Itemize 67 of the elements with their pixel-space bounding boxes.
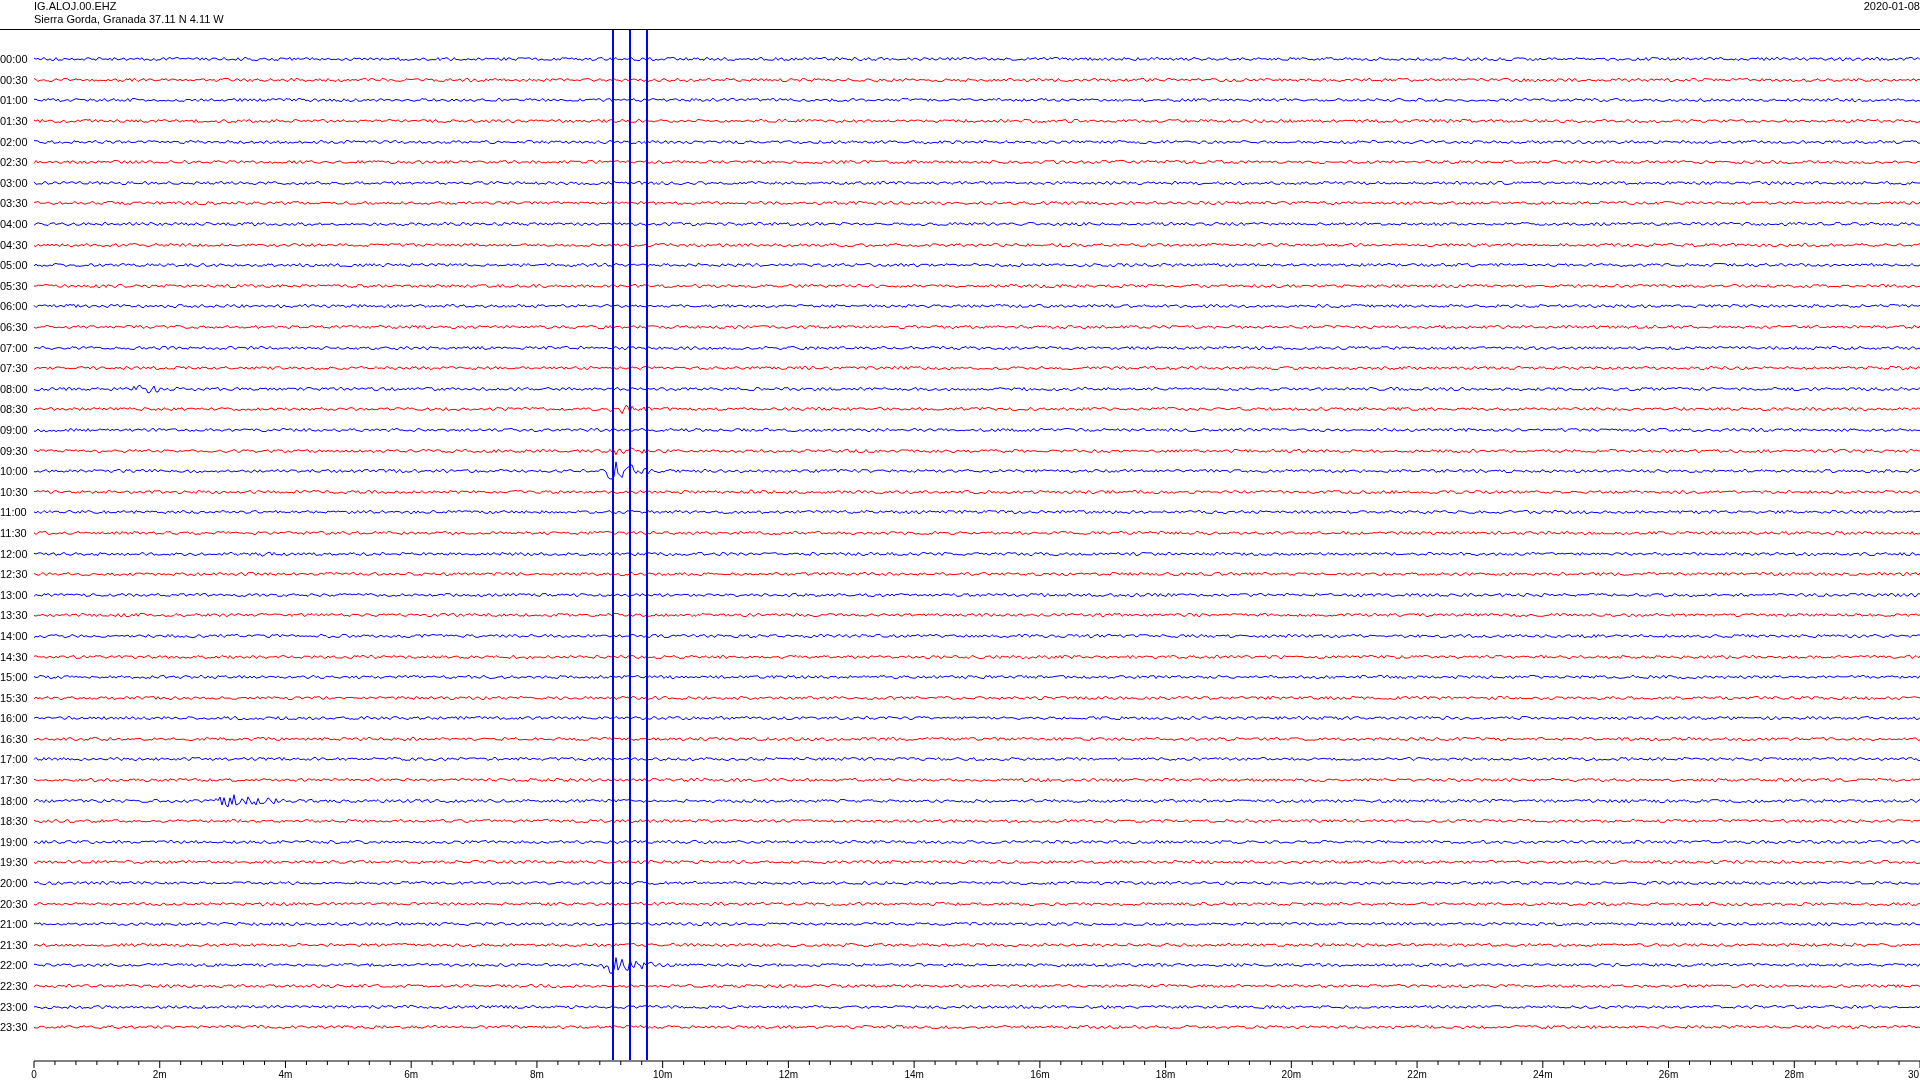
time-label: 05:30 bbox=[0, 279, 29, 292]
time-label: 08:30 bbox=[0, 403, 29, 416]
time-label: 16:30 bbox=[0, 732, 29, 745]
axis-label: 14m bbox=[904, 1069, 924, 1080]
time-label: 10:00 bbox=[0, 465, 29, 478]
time-label: 14:30 bbox=[0, 650, 29, 663]
axis-label: 6m bbox=[404, 1069, 419, 1080]
date-label: 2020-01-08 bbox=[1863, 0, 1920, 14]
station-code: IG.ALOJ.00.EHZ bbox=[34, 0, 118, 13]
axis-label: 0 bbox=[31, 1069, 37, 1080]
time-label: 05:00 bbox=[0, 259, 29, 272]
axis-label: 20m bbox=[1281, 1069, 1302, 1080]
time-label: 08:00 bbox=[0, 382, 29, 395]
time-label: 13:00 bbox=[0, 588, 29, 601]
time-label: 09:00 bbox=[0, 424, 29, 436]
axis-label: 26m bbox=[1658, 1069, 1679, 1080]
axis-label: 2m bbox=[152, 1069, 167, 1080]
time-label: 16:00 bbox=[0, 712, 29, 725]
time-label: 03:30 bbox=[0, 197, 29, 210]
time-label: 10:30 bbox=[0, 485, 29, 498]
time-label: 12:00 bbox=[0, 547, 29, 560]
axis-label: 8m bbox=[530, 1069, 544, 1080]
time-label: 11:00 bbox=[0, 506, 28, 519]
time-label: 07:30 bbox=[0, 362, 29, 375]
time-label: 01:00 bbox=[0, 94, 29, 107]
time-label: 18:30 bbox=[0, 815, 29, 828]
time-label: 19:00 bbox=[0, 835, 29, 848]
time-label: 23:00 bbox=[0, 1000, 29, 1013]
time-label: 06:30 bbox=[0, 321, 29, 333]
time-label: 09:30 bbox=[0, 444, 29, 457]
axis-label: 24m bbox=[1533, 1069, 1553, 1080]
time-label: 00:30 bbox=[0, 73, 29, 86]
time-label: 07:00 bbox=[0, 341, 29, 354]
axis-label: 12m bbox=[778, 1069, 799, 1080]
time-label: 18:00 bbox=[0, 794, 29, 807]
axis-label: 22m bbox=[1407, 1069, 1427, 1080]
axis-label: 30 bbox=[1907, 1069, 1919, 1080]
time-label: 21:00 bbox=[0, 918, 29, 931]
time-label: 20:30 bbox=[0, 897, 29, 910]
station-location: Sierra Gorda, Granada 37.11 N 4.11 W bbox=[34, 13, 224, 26]
time-label: 00:00 bbox=[0, 53, 29, 66]
time-label: 20:00 bbox=[0, 877, 29, 890]
axis-label: 28m bbox=[1784, 1069, 1804, 1080]
time-label: 02:30 bbox=[0, 156, 29, 169]
time-label: 03:00 bbox=[0, 176, 29, 189]
axis-label: 18m bbox=[1155, 1069, 1176, 1080]
time-label: 14:00 bbox=[0, 629, 29, 642]
time-label: 15:30 bbox=[0, 691, 29, 704]
time-label: 04:00 bbox=[0, 218, 29, 231]
time-label: 19:30 bbox=[0, 856, 29, 869]
time-label: 23:30 bbox=[0, 1021, 29, 1034]
time-label: 21:30 bbox=[0, 938, 29, 951]
time-label: 06:00 bbox=[0, 300, 29, 313]
time-label: 01:30 bbox=[0, 115, 29, 128]
axis-label: 16m bbox=[1030, 1069, 1050, 1080]
axis-label: 10m bbox=[652, 1069, 673, 1080]
time-label: 15:00 bbox=[0, 671, 29, 684]
time-label: 17:30 bbox=[0, 774, 29, 787]
time-label: 02:00 bbox=[0, 135, 29, 148]
time-label: 22:00 bbox=[0, 959, 29, 972]
time-label: 22:30 bbox=[0, 980, 29, 992]
time-label: 11:30 bbox=[0, 526, 28, 539]
axis-label: 4m bbox=[278, 1069, 293, 1080]
time-label: 17:00 bbox=[0, 753, 29, 766]
time-label: 12:30 bbox=[0, 568, 29, 581]
time-label: 13:30 bbox=[0, 609, 29, 622]
time-label: 04:30 bbox=[0, 238, 29, 251]
